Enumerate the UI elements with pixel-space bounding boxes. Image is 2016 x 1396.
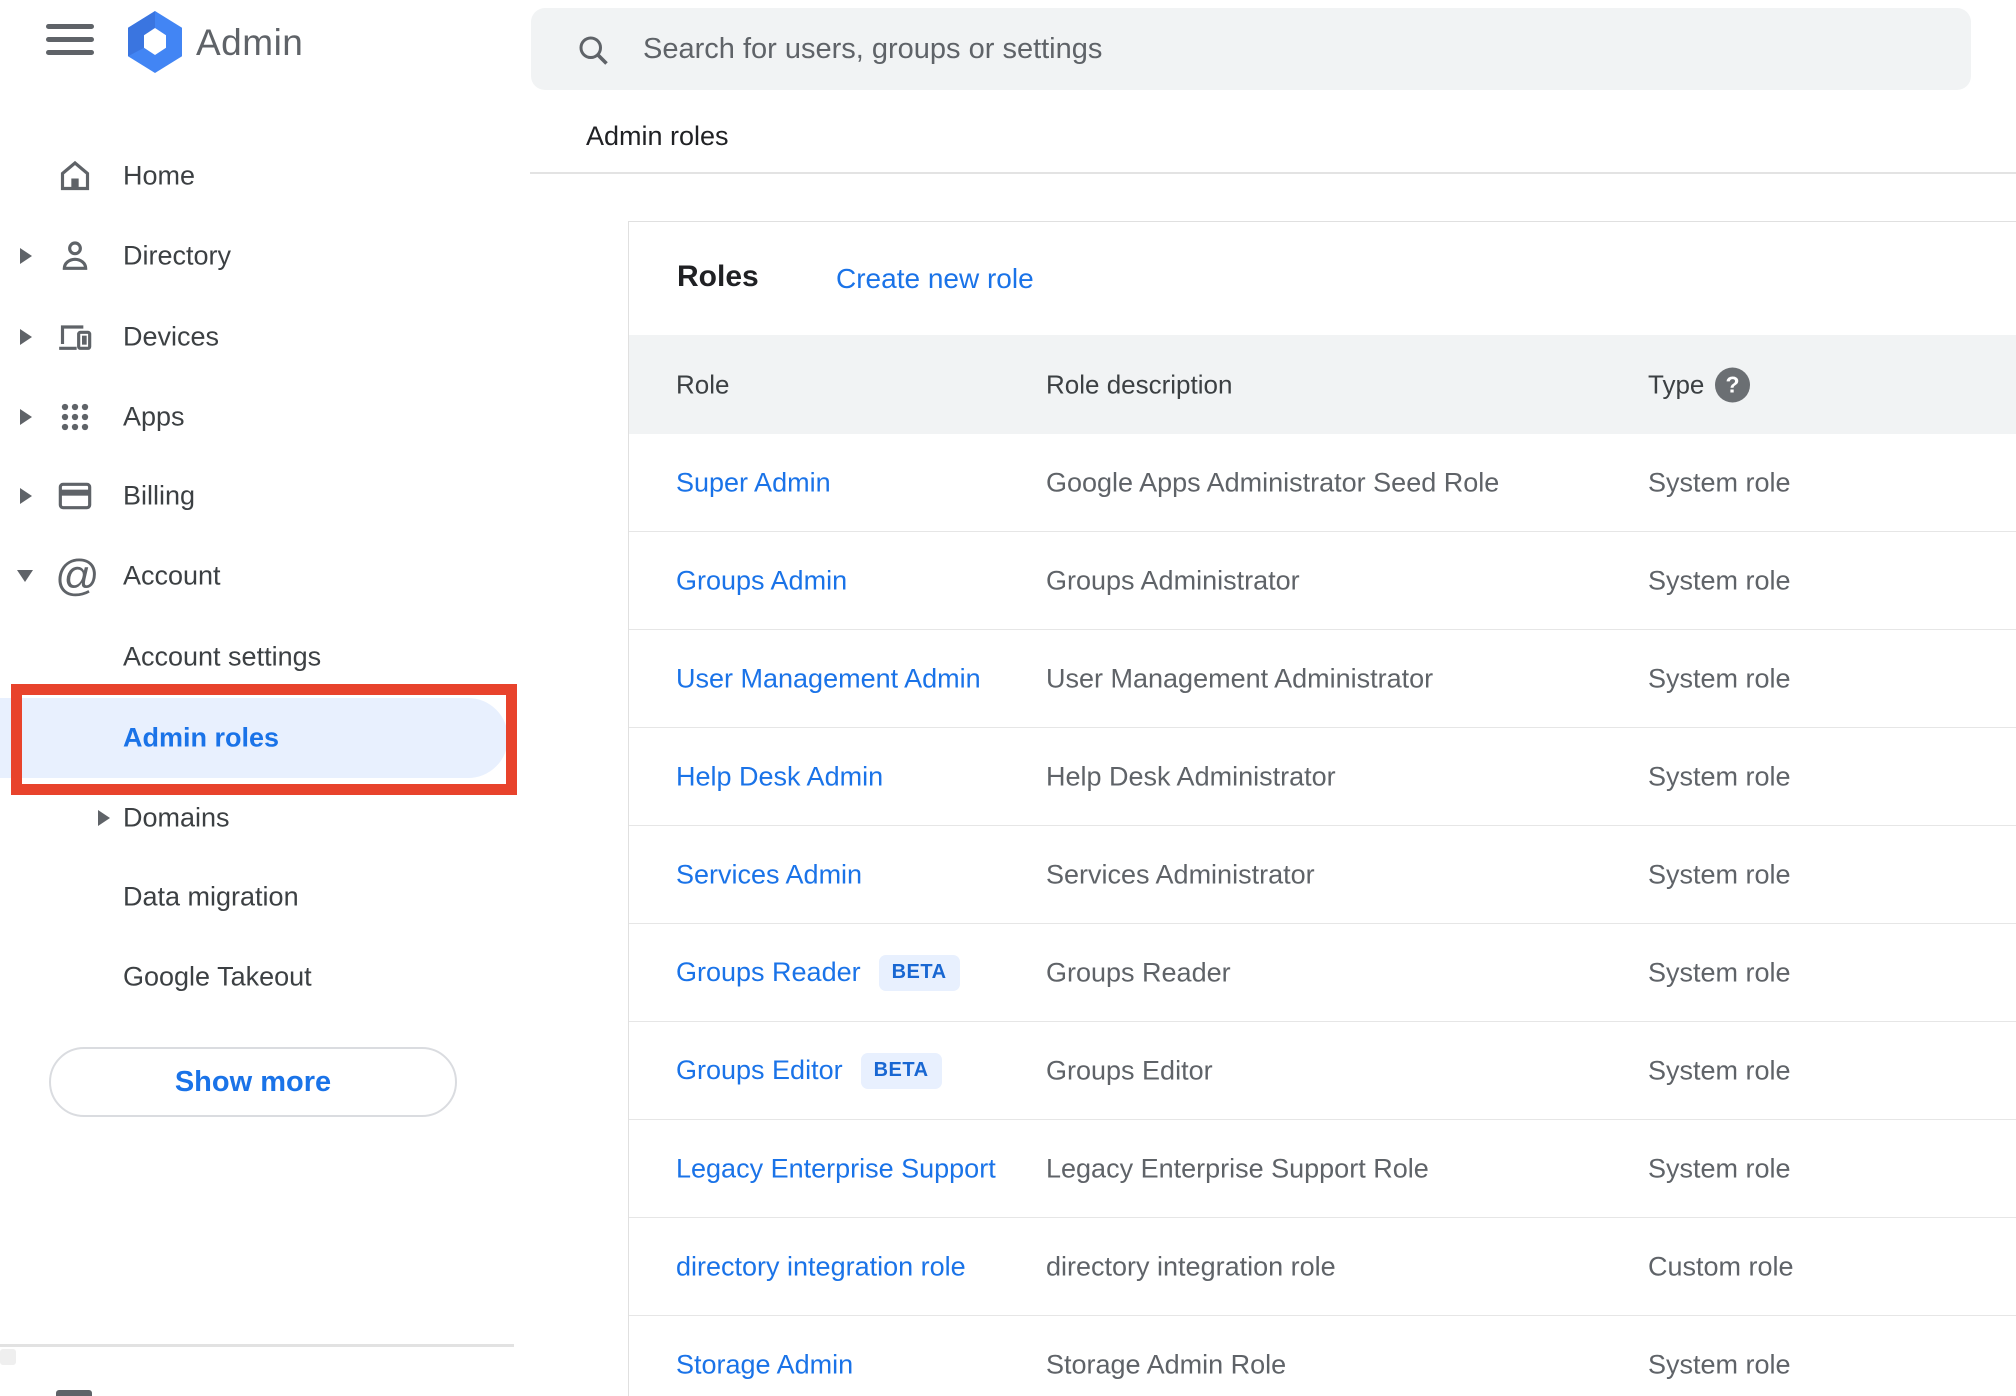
panel-title: Roles	[677, 260, 759, 293]
role-type-cell: System role	[1648, 663, 1791, 693]
table-row: Legacy Enterprise Support Legacy Enterpr…	[629, 1120, 2016, 1218]
sidebar-item-domains[interactable]: Domains	[0, 778, 514, 858]
show-more-button[interactable]: Show more	[49, 1047, 457, 1117]
beta-badge: BETA	[878, 954, 960, 991]
role-type-cell: System role	[1648, 859, 1791, 889]
sidebar-item-label: Google Takeout	[123, 961, 312, 992]
collapse-arrow-icon[interactable]	[17, 570, 33, 582]
sidebar-item-data-migration[interactable]: Data migration	[0, 857, 514, 937]
role-type-cell: System role	[1648, 565, 1791, 595]
table-row: Groups Editor BETA Groups Editor System …	[629, 1022, 2016, 1120]
sidebar-item-label: Domains	[123, 802, 230, 833]
role-description-cell: Groups Reader	[1046, 957, 1231, 987]
apps-grid-icon	[55, 397, 95, 437]
sidebar-item-label: Devices	[123, 321, 220, 352]
search-icon	[575, 32, 611, 73]
role-description-cell: Help Desk Administrator	[1046, 761, 1336, 791]
sidebar-item-label: Directory	[123, 240, 232, 271]
role-link[interactable]: Help Desk Admin	[676, 761, 883, 792]
sidebar-item-home[interactable]: Home	[0, 136, 514, 216]
role-type-cell: System role	[1648, 467, 1791, 497]
sidebar-item-label: Account	[123, 560, 221, 591]
table-row: directory integration role directory int…	[629, 1218, 2016, 1316]
role-description-cell: Groups Editor	[1046, 1055, 1213, 1085]
hamburger-menu-icon[interactable]	[46, 24, 94, 62]
role-type-cell: Custom role	[1648, 1251, 1794, 1281]
sidebar-item-label: Data migration	[123, 881, 299, 912]
role-link[interactable]: Services Admin	[676, 859, 862, 890]
role-description-cell: User Management Administrator	[1046, 663, 1434, 693]
role-link[interactable]: Groups Reader	[676, 957, 861, 988]
role-description-cell: Groups Administrator	[1046, 565, 1300, 595]
create-new-role-link[interactable]: Create new role	[836, 263, 1034, 295]
search-bar[interactable]	[531, 8, 1971, 90]
admin-logo-icon	[128, 11, 182, 73]
role-link[interactable]: Legacy Enterprise Support	[676, 1153, 996, 1184]
role-type-cell: System role	[1648, 1153, 1791, 1183]
devices-icon	[55, 317, 95, 357]
home-icon	[55, 156, 95, 196]
table-row: Groups Admin Groups Administrator System…	[629, 532, 2016, 630]
sidebar-item-devices[interactable]: Devices	[0, 297, 514, 377]
table-row: Services Admin Services Administrator Sy…	[629, 826, 2016, 924]
expand-arrow-icon[interactable]	[20, 248, 32, 264]
role-link[interactable]: Super Admin	[676, 467, 831, 498]
role-type-cell: System role	[1648, 1349, 1791, 1379]
sidebar-item-admin-roles[interactable]: Admin roles	[0, 698, 514, 778]
expand-arrow-icon[interactable]	[98, 810, 110, 826]
sidebar-item-account-settings[interactable]: Account settings	[0, 617, 514, 697]
search-input[interactable]	[643, 8, 1923, 90]
role-description-cell: Services Administrator	[1046, 859, 1315, 889]
at-sign-icon: @	[55, 551, 100, 600]
sidebar-item-label: Admin roles	[123, 722, 280, 753]
column-header-description: Role description	[1046, 369, 1233, 399]
expand-arrow-icon[interactable]	[20, 409, 32, 425]
table-row: Super Admin Google Apps Administrator Se…	[629, 434, 2016, 532]
table-row: Storage Admin Storage Admin Role System …	[629, 1316, 2016, 1396]
sidebar-item-directory[interactable]: Directory	[0, 216, 514, 296]
role-description-cell: Storage Admin Role	[1046, 1349, 1287, 1379]
column-header-role: Role	[676, 369, 730, 399]
role-type-cell: System role	[1648, 957, 1791, 987]
partial-element	[0, 1349, 16, 1365]
table-header-row: Role Role description Type ?	[629, 335, 2016, 434]
table-row: Groups Reader BETA Groups Reader System …	[629, 924, 2016, 1022]
sidebar-item-apps[interactable]: Apps	[0, 377, 514, 457]
sidebar-item-label: Account settings	[123, 641, 322, 672]
table-row: Help Desk Admin Help Desk Administrator …	[629, 728, 2016, 826]
beta-badge: BETA	[860, 1052, 942, 1089]
role-type-cell: System role	[1648, 1055, 1791, 1085]
sidebar-item-label: Home	[123, 160, 196, 191]
role-link[interactable]: User Management Admin	[676, 663, 981, 694]
role-type-cell: System role	[1648, 761, 1791, 791]
sidebar-item-label: Billing	[123, 480, 196, 511]
expand-arrow-icon[interactable]	[20, 329, 32, 345]
role-link[interactable]: Groups Admin	[676, 565, 847, 596]
expand-arrow-icon[interactable]	[20, 488, 32, 504]
help-icon[interactable]: ?	[1715, 367, 1750, 402]
credit-card-icon	[55, 476, 95, 516]
table-row: User Management Admin User Management Ad…	[629, 630, 2016, 728]
brand-title: Admin	[196, 22, 304, 63]
partial-bottom-icon	[56, 1390, 92, 1396]
role-description-cell: directory integration role	[1046, 1251, 1336, 1281]
sidebar-item-label: Apps	[123, 401, 185, 432]
roles-table-body: Super Admin Google Apps Administrator Se…	[629, 434, 2016, 1396]
google-admin-console: Admin Admin roles Home	[0, 0, 2016, 1396]
header-divider	[530, 172, 2016, 174]
column-header-type: Type	[1648, 369, 1705, 399]
sidebar-divider	[0, 1344, 514, 1347]
roles-panel: Roles Create new role Role Role descript…	[628, 221, 2016, 1396]
breadcrumb: Admin roles	[586, 121, 729, 151]
role-link[interactable]: Storage Admin	[676, 1349, 853, 1380]
sidebar-item-billing[interactable]: Billing	[0, 456, 514, 536]
person-icon	[55, 236, 95, 276]
sidebar-item-account[interactable]: @ Account	[0, 536, 514, 616]
role-link[interactable]: directory integration role	[676, 1251, 966, 1282]
role-description-cell: Google Apps Administrator Seed Role	[1046, 467, 1500, 497]
sidebar-item-google-takeout[interactable]: Google Takeout	[0, 937, 514, 1017]
role-description-cell: Legacy Enterprise Support Role	[1046, 1153, 1429, 1183]
role-link[interactable]: Groups Editor	[676, 1055, 843, 1086]
